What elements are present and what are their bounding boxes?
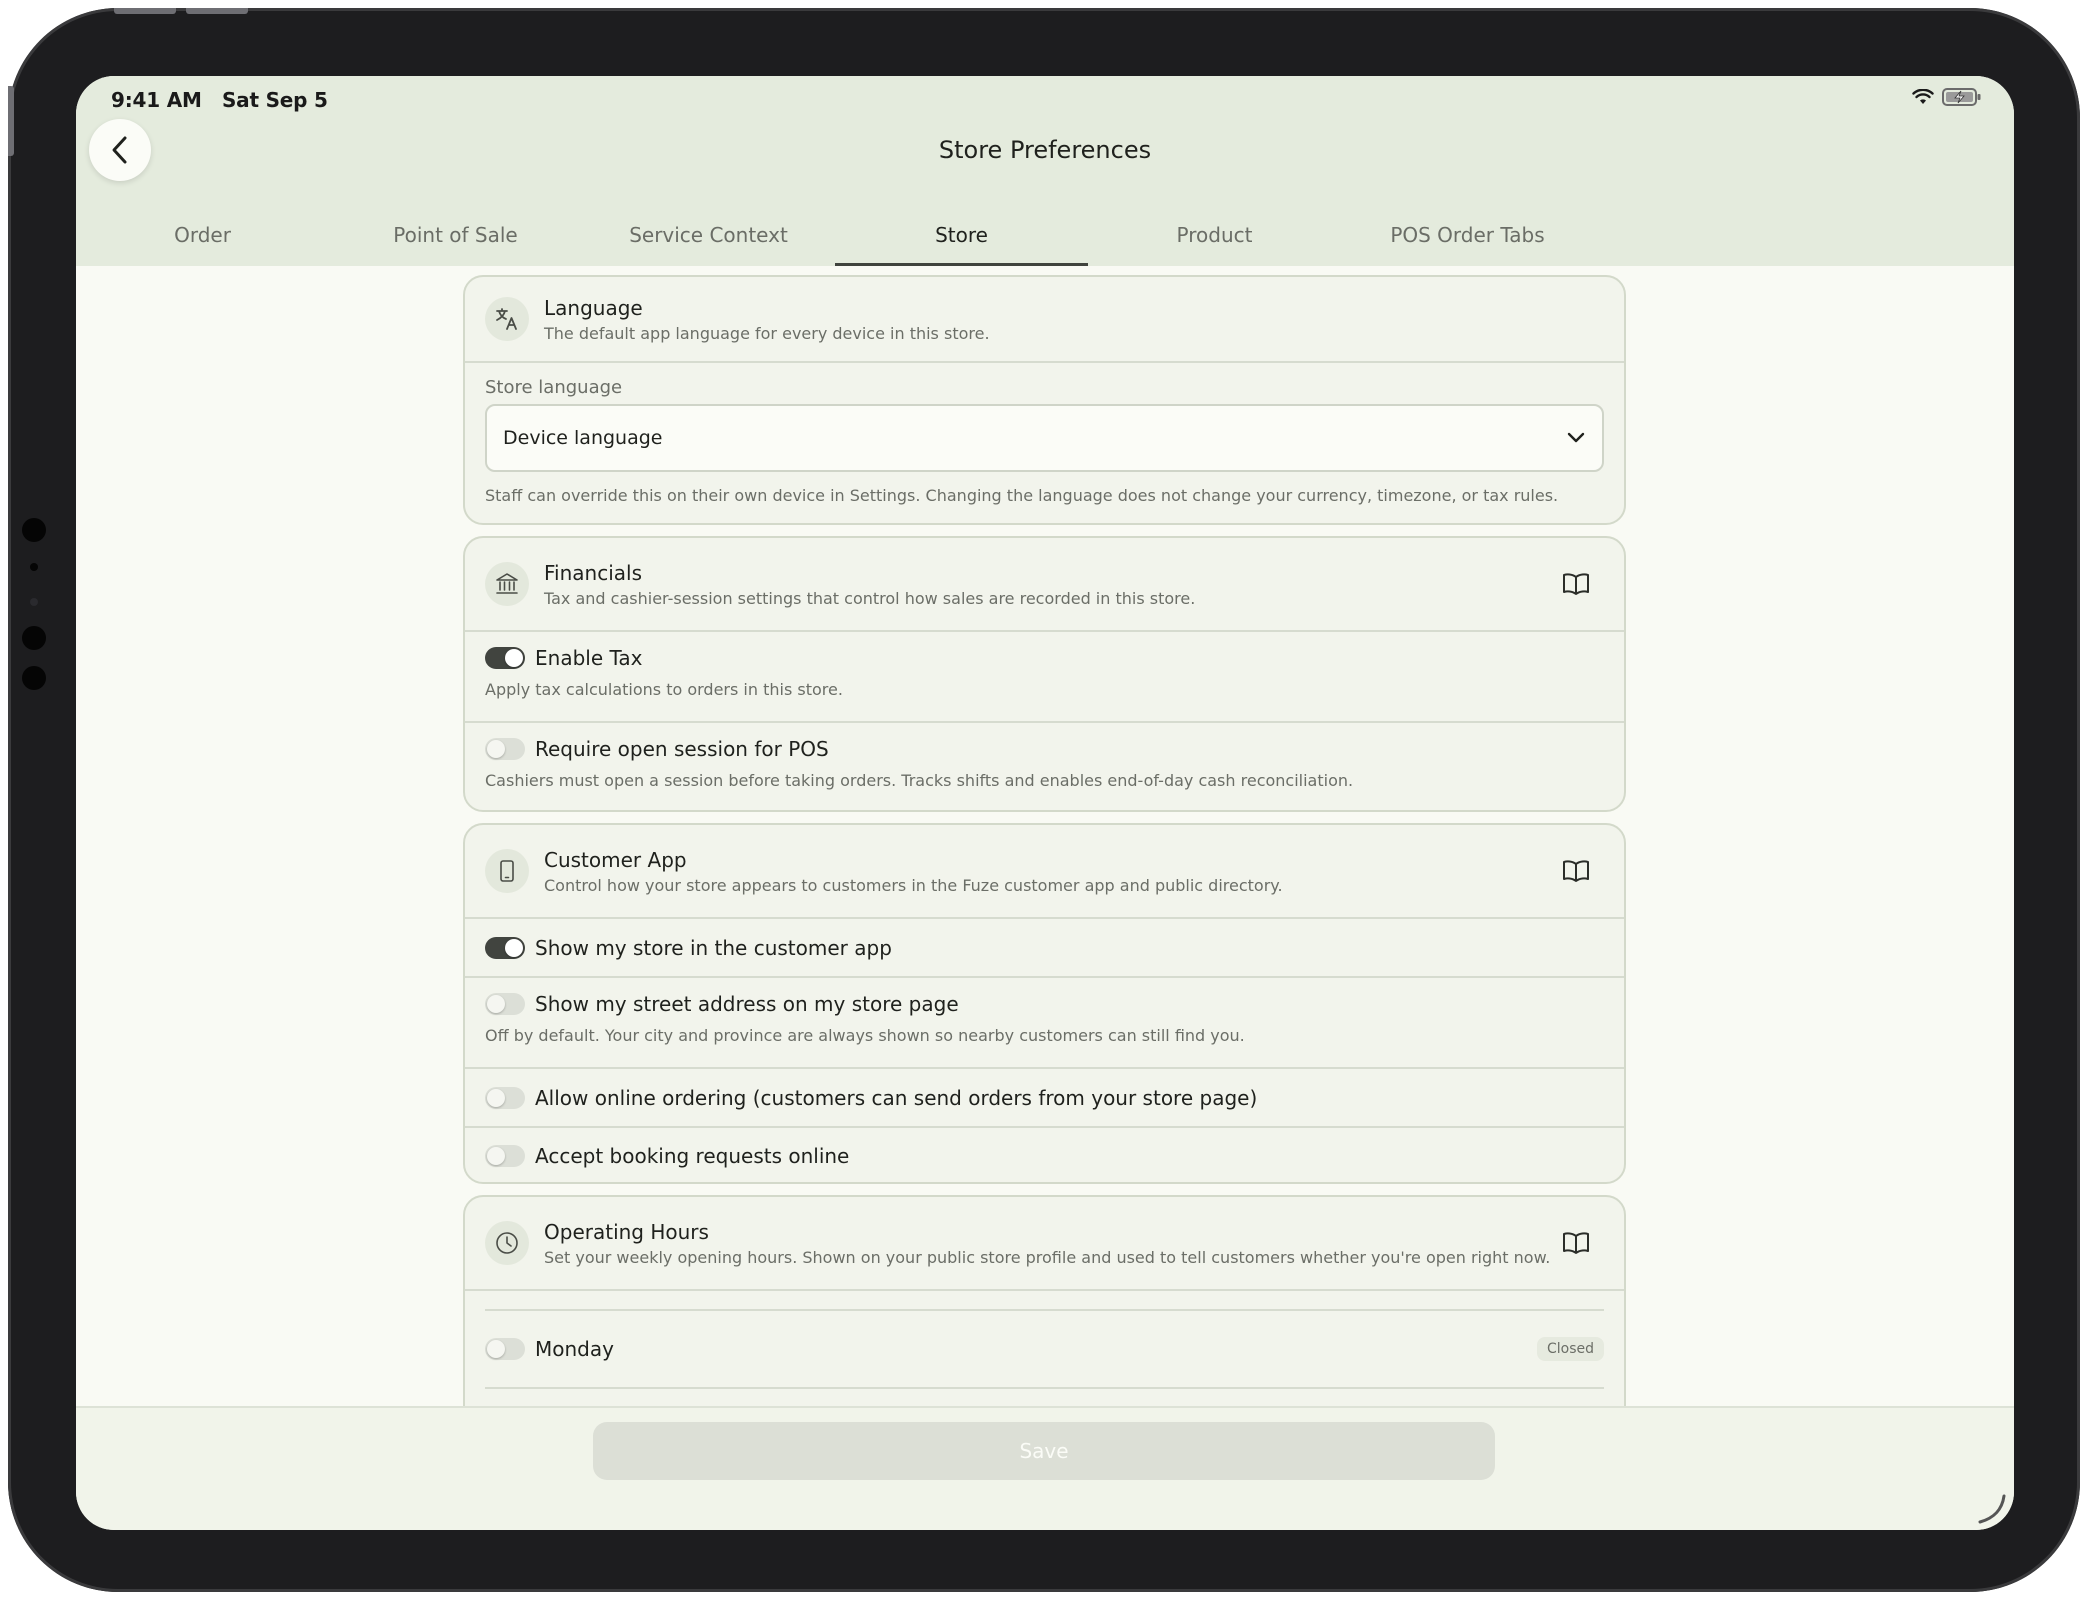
- require-session-label: Require open session for POS: [535, 737, 829, 761]
- book-icon[interactable]: [1562, 859, 1590, 883]
- financials-card: Financials Tax and cashier-session setti…: [463, 536, 1626, 812]
- volume-button: [186, 8, 248, 14]
- customer-app-subtitle: Control how your store appears to custom…: [544, 875, 1283, 895]
- book-icon[interactable]: [1562, 1231, 1590, 1255]
- bank-icon: [485, 562, 529, 606]
- operating-hours-title: Operating Hours: [544, 1219, 709, 1244]
- tab-bar: Order Point of Sale Service Context Stor…: [76, 221, 1594, 266]
- monday-row: Monday Closed: [485, 1311, 1604, 1389]
- show-address-row: Show my street address on my store page …: [465, 978, 1624, 1069]
- show-address-label: Show my street address on my store page: [535, 992, 959, 1016]
- enable-tax-desc: Apply tax calculations to orders in this…: [485, 680, 843, 699]
- camera-icon: [22, 626, 46, 650]
- settings-content: Language The default app language for ev…: [463, 275, 1626, 1466]
- chevron-down-icon: [1567, 432, 1585, 443]
- online-ordering-toggle[interactable]: [485, 1086, 525, 1109]
- monday-status-badge: Closed: [1536, 1337, 1604, 1361]
- language-card: Language The default app language for ev…: [463, 275, 1626, 525]
- operating-hours-card-header: Operating Hours Set your weekly opening …: [465, 1197, 1624, 1291]
- show-store-row: Show my store in the customer app: [465, 919, 1624, 978]
- wifi-icon: [1912, 89, 1934, 104]
- enable-tax-row: Enable Tax Apply tax calculations to ord…: [465, 632, 1624, 723]
- camera-icon: [22, 666, 46, 690]
- require-session-row: Require open session for POS Cashiers mu…: [465, 723, 1624, 810]
- booking-row: Accept booking requests online: [465, 1128, 1624, 1182]
- tab-pos-order-tabs[interactable]: POS Order Tabs: [1341, 221, 1594, 266]
- financials-subtitle: Tax and cashier-session settings that co…: [544, 588, 1196, 608]
- booking-label: Accept booking requests online: [535, 1144, 850, 1168]
- customer-app-title: Customer App: [544, 847, 687, 872]
- monday-toggle[interactable]: [485, 1338, 525, 1360]
- page-title: Store Preferences: [938, 136, 1152, 164]
- require-session-toggle[interactable]: [485, 738, 525, 760]
- status-time: 9:41 AM Sat Sep 5: [111, 88, 328, 112]
- tab-point-of-sale[interactable]: Point of Sale: [329, 221, 582, 266]
- sensor-icon: [30, 598, 38, 606]
- online-ordering-row: Allow online ordering (customers can sen…: [465, 1069, 1624, 1128]
- battery-icon: [1942, 88, 1981, 106]
- show-store-label: Show my store in the customer app: [535, 935, 892, 960]
- translate-icon: [485, 297, 529, 341]
- financials-card-header: Financials Tax and cashier-session setti…: [465, 538, 1624, 632]
- store-language-select[interactable]: Device language: [485, 404, 1604, 472]
- show-store-toggle[interactable]: [485, 936, 525, 959]
- show-address-desc: Off by default. Your city and province a…: [485, 1026, 1245, 1045]
- language-card-header: Language The default app language for ev…: [465, 277, 1624, 363]
- tab-product[interactable]: Product: [1088, 221, 1341, 266]
- book-icon[interactable]: [1562, 572, 1590, 596]
- tab-order[interactable]: Order: [76, 221, 329, 266]
- language-subtitle: The default app language for every devic…: [544, 323, 990, 343]
- camera-icon: [22, 518, 46, 542]
- financials-title: Financials: [544, 560, 642, 585]
- clock-icon: [485, 1221, 529, 1265]
- store-language-label: Store language: [485, 377, 623, 398]
- enable-tax-label: Enable Tax: [535, 646, 643, 670]
- customer-app-card: Customer App Control how your store appe…: [463, 823, 1626, 1184]
- language-title: Language: [544, 295, 643, 320]
- header: 9:41 AM Sat Sep 5 Store Preferences Orde…: [76, 76, 2014, 266]
- enable-tax-toggle[interactable]: [485, 647, 525, 669]
- store-language-help: Staff can override this on their own dev…: [485, 486, 1559, 505]
- tablet-icon: [485, 849, 529, 893]
- status-icons: [1912, 88, 1982, 106]
- operating-hours-subtitle: Set your weekly opening hours. Shown on …: [544, 1247, 1551, 1267]
- require-session-desc: Cashiers must open a session before taki…: [485, 771, 1354, 790]
- volume-button: [114, 8, 176, 14]
- sensor-icon: [30, 563, 38, 571]
- resize-corner-icon: [1978, 1494, 2006, 1524]
- customer-app-card-header: Customer App Control how your store appe…: [465, 825, 1624, 919]
- app-screen: 9:41 AM Sat Sep 5 Store Preferences Orde…: [76, 76, 2014, 1530]
- store-language-value: Device language: [503, 427, 663, 449]
- show-address-toggle[interactable]: [485, 993, 525, 1015]
- online-ordering-label: Allow online ordering (customers can sen…: [535, 1085, 1258, 1110]
- save-button[interactable]: Save: [593, 1422, 1495, 1480]
- monday-label: Monday: [535, 1337, 614, 1361]
- power-button: [8, 86, 14, 156]
- booking-toggle[interactable]: [485, 1145, 525, 1167]
- footer: Save: [76, 1406, 2014, 1530]
- tab-store[interactable]: Store: [835, 221, 1088, 266]
- tab-service-context[interactable]: Service Context: [582, 221, 835, 266]
